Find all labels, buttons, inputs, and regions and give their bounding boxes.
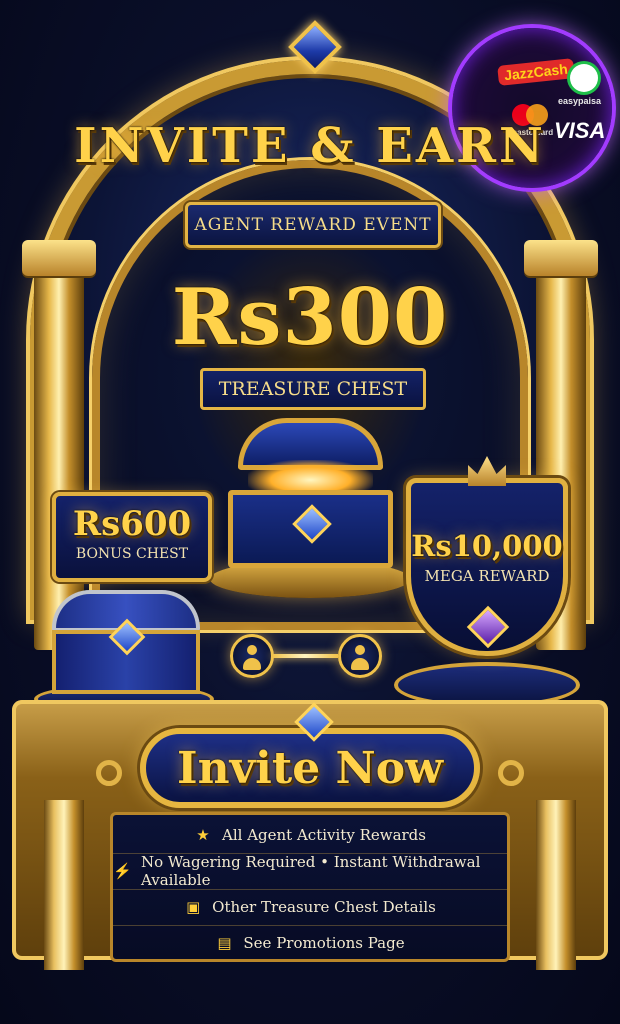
easypaisa-logo bbox=[570, 64, 598, 92]
chest-icon: ▣ bbox=[186, 898, 201, 916]
info-row-chest-details[interactable]: ▣ Other Treasure Chest Details bbox=[113, 889, 507, 926]
bonus-reward-label: BONUS CHEST bbox=[75, 546, 189, 562]
bonus-chest-icon bbox=[52, 590, 200, 694]
main-reward-label: TREASURE CHEST bbox=[218, 378, 408, 400]
treasure-chest-icon bbox=[228, 418, 393, 568]
user-icon-right bbox=[338, 634, 382, 678]
right-base-column bbox=[536, 800, 576, 970]
info-row-text: No Wagering Required • Instant Withdrawa… bbox=[141, 853, 481, 889]
bonus-chest-card: Rs600 BONUS CHEST bbox=[52, 492, 212, 582]
subtitle-banner: AGENT REWARD EVENT bbox=[185, 202, 441, 248]
mega-reward-amount: Rs10,000 bbox=[411, 529, 563, 563]
page-title: INVITE & EARN bbox=[74, 118, 546, 174]
invite-now-button[interactable]: Invite Now bbox=[140, 728, 480, 808]
bonus-reward-amount: Rs600 bbox=[72, 504, 192, 544]
subtitle-text: AGENT REWARD EVENT bbox=[194, 215, 432, 235]
right-scroll-ornament bbox=[498, 760, 524, 786]
right-pillar-cap bbox=[524, 240, 598, 276]
lightning-icon: ⚡ bbox=[113, 862, 132, 880]
info-row-text: All Agent Activity Rewards bbox=[222, 826, 426, 844]
info-row-text: Other Treasure Chest Details bbox=[212, 898, 436, 916]
left-scroll-ornament bbox=[96, 760, 122, 786]
info-panel: ★ All Agent Activity Rewards ⚡ No Wageri… bbox=[110, 812, 510, 962]
info-row-promotions[interactable]: ▤ See Promotions Page bbox=[113, 925, 507, 961]
main-reward-amount: Rs300 bbox=[171, 272, 449, 363]
left-base-column bbox=[44, 800, 84, 970]
easypaisa-label: easypaisa bbox=[558, 96, 602, 106]
info-row-no-wagering[interactable]: ⚡ No Wagering Required • Instant Withdra… bbox=[113, 853, 507, 890]
referral-link-icon bbox=[272, 654, 338, 658]
user-icon-left bbox=[230, 634, 274, 678]
document-icon: ▤ bbox=[217, 934, 232, 952]
info-row-activity-rewards[interactable]: ★ All Agent Activity Rewards bbox=[113, 817, 507, 854]
left-pillar-cap bbox=[22, 240, 96, 276]
mega-reward-label: MEGA REWARD bbox=[424, 567, 550, 585]
main-reward-label-banner: TREASURE CHEST bbox=[200, 368, 426, 410]
info-row-text: See Promotions Page bbox=[243, 934, 405, 952]
star-shield-icon: ★ bbox=[196, 826, 210, 844]
